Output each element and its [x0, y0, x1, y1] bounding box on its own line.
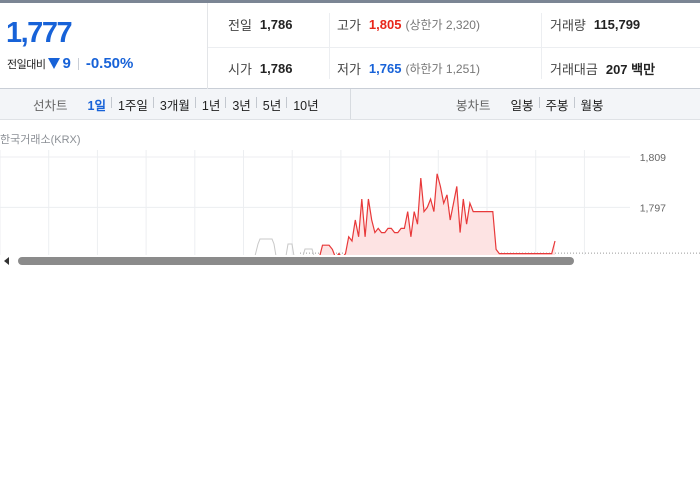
line-chart-label: 선차트	[33, 98, 68, 113]
low-label: 저가	[337, 61, 361, 77]
volume-cell: 거래량 115,799	[550, 15, 640, 33]
candle-chart-periods: 봉차트 일봉 주봉 월봉	[456, 89, 610, 119]
candle-monthly[interactable]: 월봉	[573, 95, 610, 114]
open-cell: 시가 1,786	[228, 59, 292, 77]
low-value: 1,765	[368, 60, 402, 76]
period-5y[interactable]: 5년	[255, 95, 287, 114]
column-divider	[541, 13, 542, 79]
change-value: 9	[62, 55, 71, 72]
lower-limit: (하한가 1,251)	[405, 61, 480, 76]
scroll-left-arrow-icon[interactable]	[4, 257, 9, 265]
period-1d[interactable]: 1일	[82, 95, 112, 114]
scroll-thumb[interactable]	[18, 257, 574, 265]
change-rate: -0.50%	[85, 55, 134, 72]
scroll-track-end	[686, 257, 700, 265]
amount-cell: 거래대금 207 백만	[550, 59, 655, 77]
line-chart-periods: 선차트 1일 1주일 3개월 1년 3년 5년 10년	[33, 89, 325, 119]
upper-limit: (상한가 2,320)	[405, 17, 480, 32]
period-3m[interactable]: 3개월	[152, 95, 196, 114]
high-cell: 고가 1,805 (상한가 2,320)	[337, 15, 480, 33]
high-label: 고가	[337, 17, 361, 33]
amount-label: 거래대금	[550, 61, 598, 77]
period-1y[interactable]: 1년	[194, 95, 226, 114]
price-chart-svg: 1,8091,7971,785	[0, 150, 700, 265]
high-value: 1,805	[368, 16, 402, 32]
stock-info-panel: 1,777 전일대비 9 -0.50% 전일 1,786 고가 1,805 (상…	[0, 0, 700, 268]
period-selector: 선차트 1일 1주일 3개월 1년 3년 5년 10년 봉차트 일봉 주봉 월봉	[0, 89, 700, 120]
candle-weekly[interactable]: 주봉	[538, 95, 575, 114]
divider	[350, 89, 351, 119]
open-label: 시가	[228, 61, 252, 77]
prev-close-cell: 전일 1,786	[228, 15, 292, 33]
open-value: 1,786	[259, 60, 293, 76]
period-10y[interactable]: 10년	[286, 95, 324, 114]
prev-close-value: 1,786	[259, 16, 293, 32]
y-tick-label: 1,797	[640, 202, 666, 214]
row-divider	[208, 47, 700, 48]
volume-label: 거래량	[550, 17, 586, 33]
data-source-label: 한국거래소(KRX)	[0, 134, 81, 146]
current-price: 1,777	[6, 17, 73, 49]
change-label: 전일대비	[7, 58, 46, 71]
volume-value: 115,799	[593, 16, 641, 32]
change-row: 전일대비 9 -0.50%	[7, 55, 133, 72]
chart-scrollbar[interactable]	[0, 255, 700, 267]
down-triangle-icon	[48, 58, 61, 69]
candle-chart-label: 봉차트	[456, 98, 491, 113]
price-chart: 1,8091,7971,785 한국거래소(KRX)	[0, 120, 700, 268]
low-cell: 저가 1,765 (하한가 1,251)	[337, 59, 480, 77]
column-divider	[329, 13, 330, 79]
price-summary: 1,777 전일대비 9 -0.50% 전일 1,786 고가 1,805 (상…	[0, 0, 700, 89]
period-1w[interactable]: 1주일	[110, 95, 154, 114]
period-3y[interactable]: 3년	[225, 95, 256, 114]
candle-daily[interactable]: 일봉	[505, 95, 540, 114]
y-tick-label: 1,809	[640, 152, 666, 164]
pre-market-line	[254, 238, 315, 257]
prev-close-label: 전일	[228, 17, 252, 33]
divider	[77, 57, 79, 70]
amount-value: 207 백만	[605, 61, 656, 77]
current-price-box: 1,777 전일대비 9 -0.50%	[0, 3, 208, 89]
